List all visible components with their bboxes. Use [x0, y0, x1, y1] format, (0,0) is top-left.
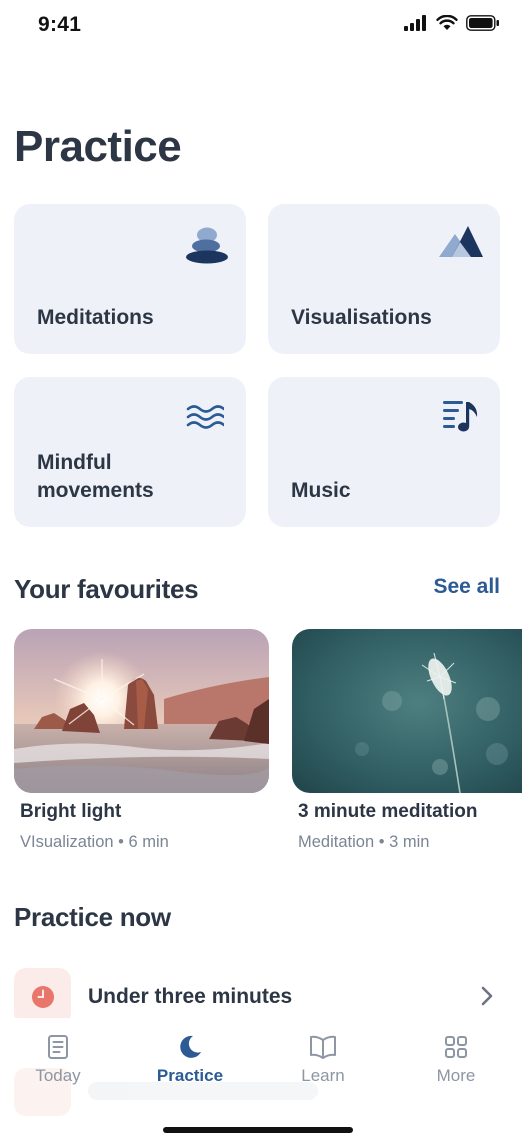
- status-bar: 9:41: [0, 0, 522, 52]
- status-time: 9:41: [38, 13, 82, 36]
- chevron-right-icon: [481, 986, 493, 1006]
- nav-label: More: [436, 1066, 476, 1085]
- mountains-icon: [439, 226, 483, 257]
- open-book-icon: [310, 1035, 336, 1059]
- battery-icon: [466, 15, 499, 31]
- nav-label: Practice: [156, 1066, 224, 1085]
- favourites-title: Your favourites: [14, 574, 199, 604]
- book-icon: [48, 1035, 68, 1059]
- category-label: Meditations: [37, 306, 154, 329]
- category-label: Music: [291, 479, 351, 502]
- see-all-link[interactable]: See all: [433, 575, 500, 599]
- favourite-title: Bright light: [20, 801, 122, 822]
- music-list-icon: [443, 401, 478, 432]
- category-card-mindful-movements[interactable]: Mindful movements: [14, 377, 246, 527]
- favourite-meta: Meditation • 3 min: [298, 833, 430, 851]
- nav-tab-learn[interactable]: Learn: [273, 1034, 373, 1086]
- favourite-title: 3 minute meditation: [298, 801, 478, 822]
- list-item-label: Under three minutes: [88, 985, 293, 1008]
- nav-tab-more[interactable]: More: [406, 1034, 506, 1086]
- category-card-visualisations[interactable]: Visualisations: [268, 204, 500, 354]
- nav-tab-today[interactable]: Today: [8, 1034, 108, 1086]
- stones-icon: [186, 227, 228, 264]
- favourite-thumbnail-bright-light[interactable]: [14, 629, 269, 793]
- practice-now-title: Practice now: [14, 902, 171, 932]
- home-indicator: [163, 1127, 353, 1133]
- category-card-music[interactable]: Music: [268, 377, 500, 527]
- moon-icon: [180, 1035, 201, 1058]
- nav-label: Learn: [301, 1066, 345, 1085]
- clock-icon-box: [14, 968, 71, 1025]
- nav-tab-practice[interactable]: Practice: [140, 1034, 240, 1086]
- status-icons: [404, 15, 500, 31]
- category-label: Mindful movements: [37, 449, 187, 505]
- signal-icon: [404, 15, 426, 31]
- page-title: Practice: [14, 122, 182, 171]
- wifi-icon: [436, 15, 458, 30]
- sunset-rocks-image: [14, 629, 269, 793]
- favourite-meta: VIsualization • 6 min: [20, 833, 169, 851]
- category-card-meditations[interactable]: Meditations: [14, 204, 246, 354]
- grid-icon: [445, 1036, 467, 1058]
- grass-bloom-image: [292, 629, 522, 793]
- clock-icon: [32, 986, 54, 1008]
- nav-label: Today: [35, 1066, 81, 1085]
- waves-icon: [186, 405, 224, 429]
- category-label-text: Mindful movements: [37, 451, 154, 502]
- favourite-thumbnail-3-minute-meditation[interactable]: [292, 629, 522, 793]
- category-label: Visualisations: [291, 306, 432, 329]
